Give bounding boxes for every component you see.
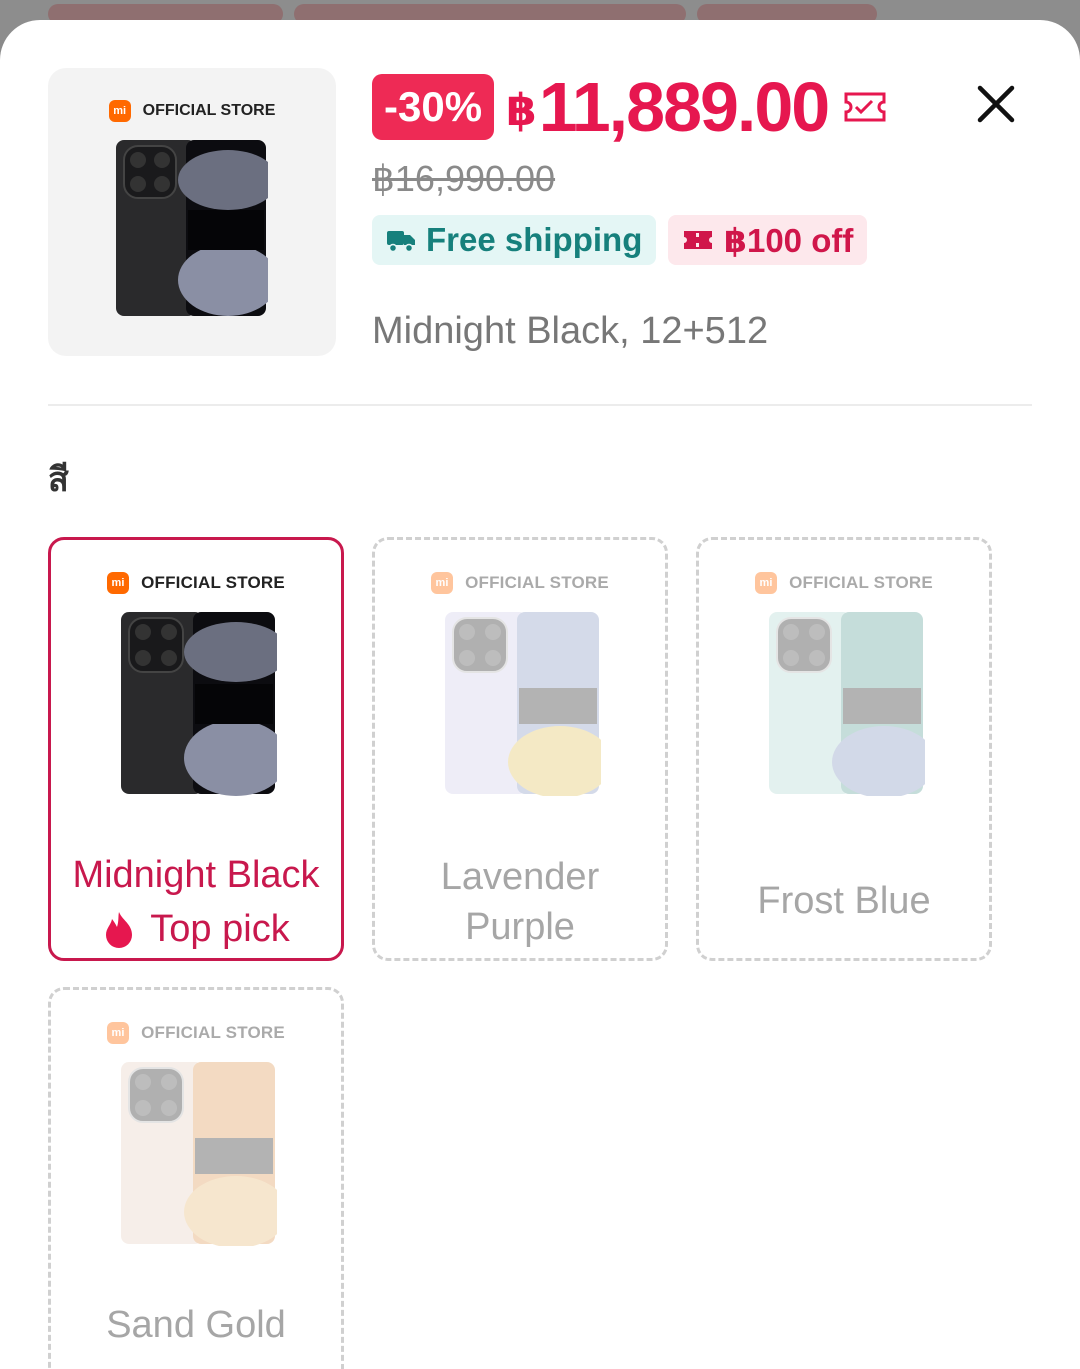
- close-icon[interactable]: [976, 84, 1016, 124]
- truck-icon: [387, 231, 415, 253]
- store-badge-label: OFFICIAL STORE: [141, 1023, 285, 1042]
- original-price: ฿16,990.00: [372, 158, 556, 199]
- voucher-chip[interactable]: ฿100 off: [668, 215, 868, 265]
- close-button[interactable]: [968, 76, 1024, 132]
- mi-logo-icon: mi: [755, 572, 778, 594]
- phone-image: [116, 140, 268, 316]
- divider: [48, 404, 1032, 406]
- voucher-ticket-icon[interactable]: [842, 88, 888, 126]
- official-store-badge: mi OFFICIAL STORE: [51, 572, 341, 594]
- official-store-badge: mi OFFICIAL STORE: [51, 1022, 341, 1044]
- mi-logo-icon: mi: [108, 100, 131, 122]
- coupon-icon: [684, 231, 712, 249]
- option-label: Frost Blue: [757, 880, 931, 922]
- flame-icon: [106, 912, 133, 948]
- mi-logo-icon: mi: [107, 1022, 130, 1044]
- phone-image: [121, 1062, 277, 1246]
- voucher-label: ฿100 off: [724, 221, 854, 259]
- color-option-midnight-black[interactable]: mi OFFICIAL STORE Midnight Black Top pic…: [48, 537, 344, 961]
- store-badge-label: OFFICIAL STORE: [465, 573, 609, 592]
- phone-image: [769, 612, 925, 796]
- product-thumbnail: mi OFFICIAL STORE: [48, 68, 336, 356]
- free-shipping-chip: Free shipping: [372, 215, 657, 265]
- color-option-frost-blue[interactable]: mi OFFICIAL STORE Frost Blue: [696, 537, 992, 961]
- mi-logo-icon: mi: [107, 572, 130, 594]
- option-label: Midnight Black: [72, 854, 320, 896]
- top-pick-tag: Top pick: [51, 904, 341, 954]
- currency-symbol: ฿: [506, 86, 537, 135]
- official-store-badge: mi OFFICIAL STORE: [375, 572, 665, 594]
- top-pick-label: Top pick: [150, 908, 290, 950]
- option-label: Sand Gold: [106, 1304, 286, 1346]
- selected-variant-summary: Midnight Black, 12+512: [372, 310, 769, 352]
- store-badge-label: OFFICIAL STORE: [789, 573, 933, 592]
- color-option-sand-gold[interactable]: mi OFFICIAL STORE Sand Gold: [48, 987, 344, 1369]
- discount-badge: -30%: [372, 74, 495, 140]
- store-badge-label: OFFICIAL STORE: [142, 102, 276, 119]
- mi-logo-icon: mi: [431, 572, 454, 594]
- phone-image: [121, 612, 277, 796]
- price-row: -30% ฿ 11,889.00: [372, 68, 888, 146]
- option-label: Lavender Purple: [440, 856, 600, 948]
- official-store-badge: mi OFFICIAL STORE: [48, 100, 336, 122]
- variant-picker-sheet: mi OFFICIAL STORE -30% ฿ 11,889.00 ฿16,9…: [0, 20, 1080, 1369]
- color-section-label: สี: [48, 461, 69, 499]
- sale-price: 11,889.00: [538, 68, 831, 146]
- phone-image: [445, 612, 601, 796]
- store-badge-label: OFFICIAL STORE: [141, 573, 285, 592]
- official-store-badge: mi OFFICIAL STORE: [699, 572, 989, 594]
- free-shipping-label: Free shipping: [426, 221, 643, 258]
- color-option-lavender-purple[interactable]: mi OFFICIAL STORE Lavender Purple: [372, 537, 668, 961]
